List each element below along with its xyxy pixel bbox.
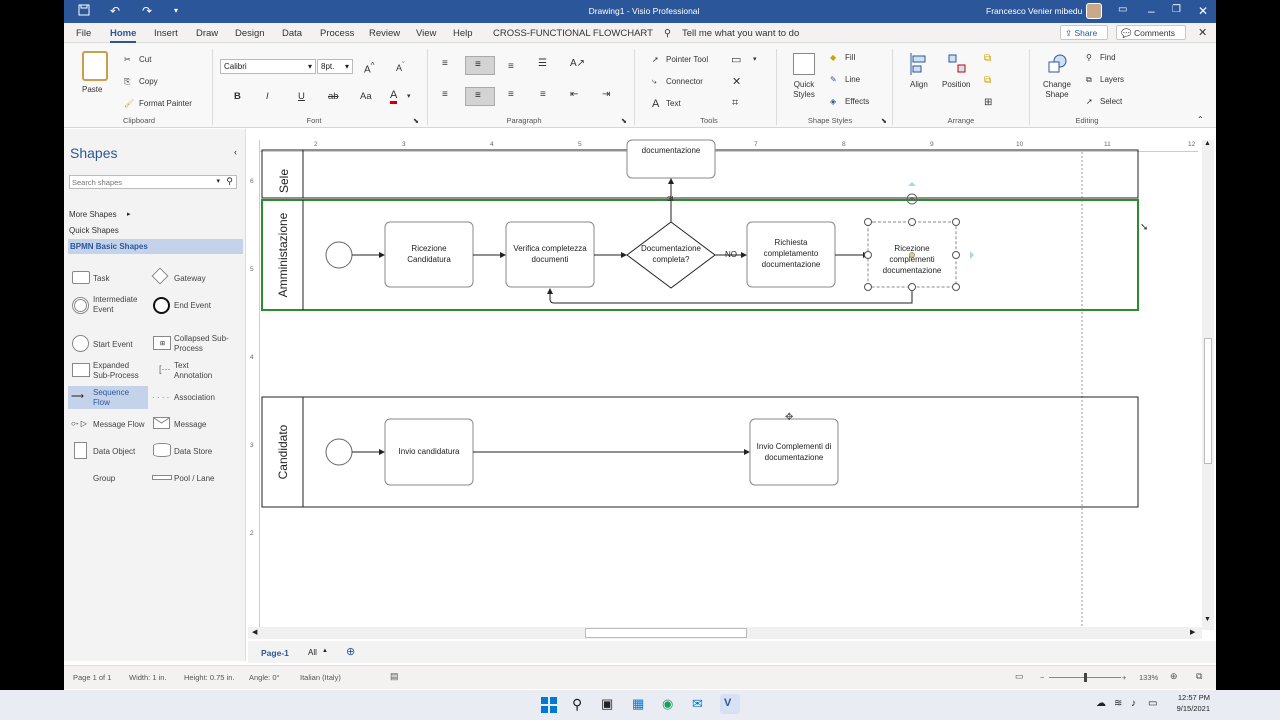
- scroll-left-icon[interactable]: ◀: [252, 628, 257, 636]
- scroll-down-icon[interactable]: ▼: [1204, 616, 1211, 623]
- start-event-admin[interactable]: [325, 241, 353, 269]
- search-icon[interactable]: ⚲: [572, 696, 582, 713]
- flow-label-si: SI: [667, 196, 674, 203]
- mouse-cursor-icon: ➘: [1140, 222, 1148, 233]
- battery-icon[interactable]: ▭: [1148, 698, 1157, 709]
- horizontal-scrollbar[interactable]: ◀ ▶: [248, 627, 1202, 639]
- flow-label-no: NO: [725, 250, 737, 259]
- status-width[interactable]: Width: 1 in.: [129, 673, 167, 682]
- sequence-flow-loop[interactable]: [547, 287, 913, 304]
- zoom-in-icon[interactable]: +: [1122, 673, 1126, 682]
- horizontal-scroll-thumb[interactable]: [585, 628, 747, 638]
- task-invio-candidatura-label: Invio candidatura: [398, 447, 460, 456]
- gateway-label: Documentazione completa?: [640, 244, 702, 264]
- zoom-out-icon[interactable]: −: [1040, 673, 1044, 682]
- task-richiesta-label: Richiesta completamento documentazione: [761, 238, 821, 269]
- start-event-candidato[interactable]: [325, 438, 353, 466]
- move-cursor-icon: ✥: [785, 412, 793, 423]
- lane1-label-box: Amministazione: [275, 213, 291, 298]
- task-documentazione-top-label: documentazione: [641, 146, 701, 155]
- page-tabs-bar: Page-1 All ▲ ⊕: [248, 641, 1216, 663]
- task-ricezione-complementi-label: Ricezione complementi documentazione: [882, 244, 942, 275]
- task-view-icon[interactable]: ▣: [601, 696, 613, 712]
- cloud-icon[interactable]: ☁: [1096, 698, 1106, 709]
- fit-page-icon[interactable]: ⊕: [1170, 671, 1178, 682]
- task-ricezione-candidatura-label: Ricezione Candidatura: [407, 244, 451, 264]
- widgets-icon[interactable]: ▦: [632, 696, 644, 712]
- lane2-label-box: Candidato: [275, 425, 291, 480]
- vertical-scrollbar[interactable]: ▲ ▼: [1202, 140, 1214, 630]
- visio-taskbar-icon[interactable]: V: [720, 694, 740, 714]
- volume-icon[interactable]: ♪: [1131, 698, 1136, 709]
- switch-windows-icon[interactable]: ⧉: [1196, 671, 1202, 682]
- scroll-right-icon[interactable]: ▶: [1190, 628, 1195, 636]
- presentation-mode-icon[interactable]: ▭: [1015, 671, 1024, 682]
- clock-time[interactable]: 12:57 PM: [1166, 693, 1210, 702]
- scroll-up-icon[interactable]: ▲: [1204, 140, 1211, 147]
- visio-logo-icon: V: [724, 697, 732, 709]
- mail-icon[interactable]: ✉: [692, 696, 703, 712]
- autoconnect-arrow-up-icon[interactable]: [908, 182, 916, 186]
- edge-browser-icon[interactable]: ◉: [662, 696, 673, 712]
- visio-window: ↶ ↷ ▾ Drawing1 - Visio Professional Fran…: [64, 0, 1216, 690]
- clock-date[interactable]: 9/15/2021: [1166, 704, 1210, 713]
- lane-amministazione-label: Amministazione: [276, 212, 290, 298]
- windows-start-icon[interactable]: [541, 697, 557, 713]
- zoom-slider-thumb[interactable]: [1084, 673, 1087, 682]
- lane-top-label-box: Sele: [264, 152, 301, 196]
- wifi-icon[interactable]: ≋: [1114, 698, 1122, 709]
- page-tab-page1[interactable]: Page-1: [261, 648, 289, 658]
- taskbar: ⚲ ▣ ▦ ◉ ✉ V ☁ ≋ ♪ ▭ 12:57 PM 9/15/2021: [0, 690, 1280, 720]
- lane-top-label: Sele: [277, 168, 292, 194]
- status-bar: Page 1 of 1 Width: 1 in. Height: 0.75 in…: [64, 665, 1216, 689]
- macro-icon[interactable]: ▤: [390, 671, 399, 682]
- chevron-up-icon: ▲: [322, 648, 328, 654]
- vertical-scroll-thumb[interactable]: [1204, 338, 1212, 464]
- status-page[interactable]: Page 1 of 1: [73, 673, 111, 682]
- autoconnect-arrow-right-icon[interactable]: [970, 251, 974, 259]
- drawing-canvas[interactable]: ✥ ➘: [64, 0, 1216, 690]
- all-pages-button[interactable]: All: [308, 648, 317, 657]
- lane-candidato-label: Candidato: [276, 424, 290, 480]
- status-language[interactable]: Italian (Italy): [300, 673, 341, 682]
- add-page-icon[interactable]: ⊕: [346, 645, 355, 658]
- rotate-handle-center: [910, 197, 914, 201]
- task-invio-complementi-label: Invio Complementi di documentazione: [756, 442, 832, 462]
- zoom-level[interactable]: 133%: [1139, 673, 1158, 682]
- status-height[interactable]: Height: 0.75 in.: [184, 673, 234, 682]
- task-verifica-label: Verifica completezza documenti: [513, 244, 587, 264]
- status-angle[interactable]: Angle: 0°: [249, 673, 280, 682]
